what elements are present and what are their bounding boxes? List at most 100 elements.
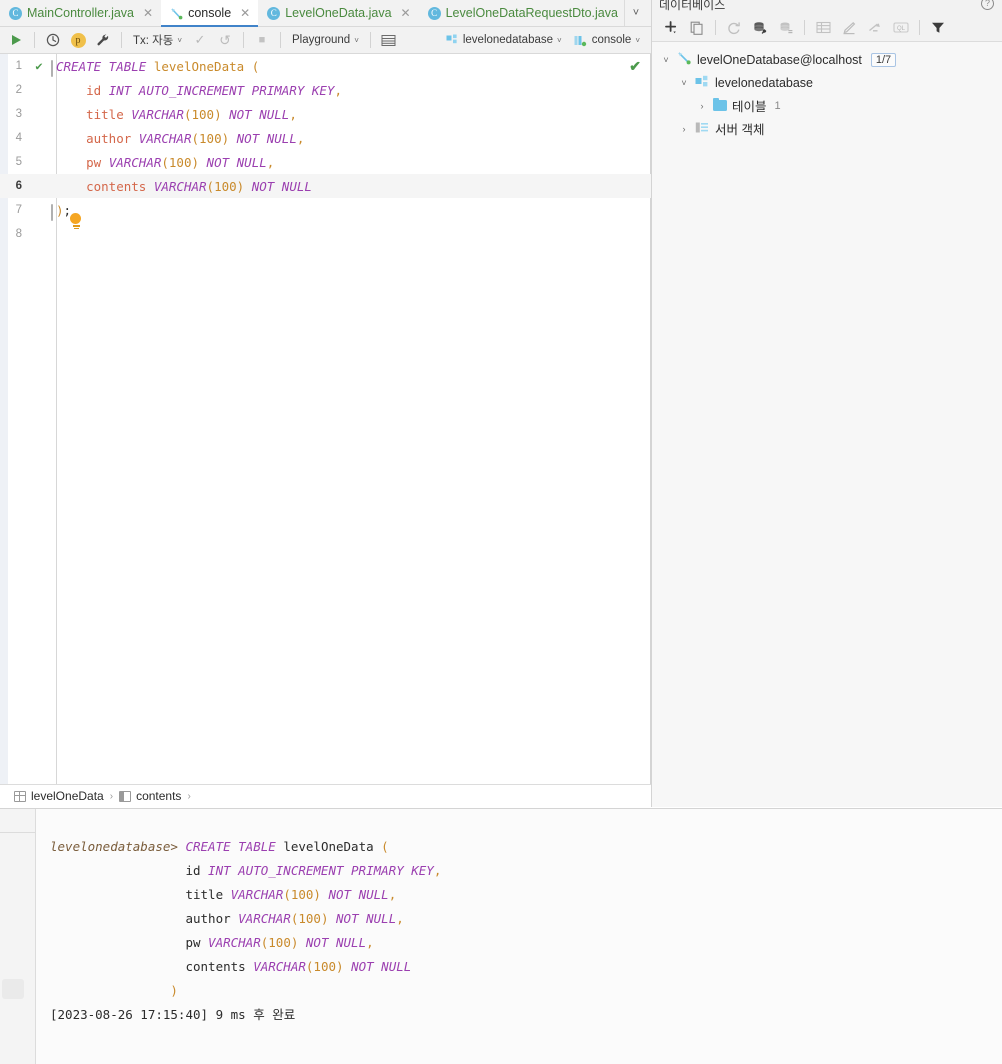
tree-expand-toggle[interactable]: ˅ [660, 55, 672, 65]
line-number: 1 [15, 60, 22, 72]
sql-code-editor[interactable]: 1 ✔ CREATE TABLE levelOneData (2 id INT AU… [0, 54, 651, 784]
commit-button[interactable]: ✓ [188, 29, 212, 51]
toolbar-divider-4 [280, 32, 281, 48]
transaction-mode-label: Tx: 자동 [133, 35, 174, 47]
grid-icon[interactable] [377, 29, 401, 51]
session-dropdown[interactable]: console ˅ [569, 32, 647, 49]
line-number: 6 [15, 180, 22, 192]
line-number: 8 [15, 228, 22, 240]
breadcrumb-separator-trailing: › [187, 790, 191, 802]
profile-icon[interactable]: p [66, 29, 90, 51]
editor-tab-label: console [188, 6, 232, 20]
code-line[interactable]: 4 author VARCHAR(100) NOT NULL, [0, 126, 651, 150]
tree-node-count: 1 [774, 99, 781, 112]
intention-bulb-icon[interactable] [70, 213, 83, 229]
console-line: levelonedatabase> CREATE TABLE levelOneD… [50, 839, 389, 854]
session-console-icon [574, 35, 586, 46]
datasource-dropdown[interactable]: levelonedatabase ˅ [441, 32, 567, 49]
wrench-icon[interactable] [91, 29, 115, 51]
db-toolbar-divider-2 [804, 20, 805, 35]
toolbar-divider-2 [121, 32, 122, 48]
editor-tab-label: MainController.java [27, 6, 134, 20]
editor-tab[interactable]: C LevelOneData.java ✕ [258, 0, 418, 26]
tree-node[interactable]: ˅ levelOneDatabase@localhost 1/7 [652, 48, 1002, 71]
stop-button[interactable]: ■ [250, 29, 274, 51]
close-icon[interactable]: ✕ [238, 7, 252, 19]
chevron-down-icon: ˅ [557, 35, 562, 45]
code-line[interactable]: 3 title VARCHAR(100) NOT NULL, [0, 102, 651, 126]
console-line: pw VARCHAR(100) NOT NULL, [50, 935, 374, 950]
filter-icon[interactable] [926, 17, 950, 39]
toolbar-divider-5 [369, 32, 371, 48]
rollback-arrow-icon: ↺ [219, 31, 231, 48]
console-output-text: levelonedatabase> CREATE TABLE levelOneD… [37, 809, 1002, 1064]
code-text: CREATE TABLE levelOneData ( [51, 59, 259, 77]
close-icon[interactable]: ✕ [141, 7, 155, 19]
fold-toggle-icon[interactable] [51, 204, 53, 221]
breadcrumb-column-label: contents [136, 789, 182, 803]
run-button[interactable] [4, 29, 28, 51]
transaction-mode-dropdown[interactable]: Tx: 자동 ˅ [128, 30, 187, 50]
schema-dropdown[interactable]: Playground ˅ [287, 32, 364, 48]
profile-icon-letter: p [70, 32, 86, 48]
toolbar-divider-3 [243, 32, 244, 48]
breadcrumb-item-table[interactable]: levelOneData [14, 789, 104, 803]
tree-expand-toggle[interactable]: ˅ [678, 78, 690, 88]
ide-window: C MainController.java ✕ console ✕ C LevelOneDa… [0, 0, 1002, 1064]
toolbar-divider-1 [34, 32, 35, 48]
add-icon[interactable] [659, 17, 683, 39]
code-line[interactable]: 1 ✔ CREATE TABLE levelOneData ( [0, 54, 651, 78]
code-line[interactable]: 6 contents VARCHAR(100) NOT NULL [0, 174, 651, 198]
editor-tab[interactable]: C MainController.java ✕ [0, 0, 161, 26]
tree-expand-toggle[interactable]: › [696, 101, 708, 111]
svg-text:QL: QL [897, 26, 906, 32]
line-number: 5 [15, 156, 22, 168]
folder-icon [713, 97, 727, 111]
datasource-label: levelonedatabase [462, 34, 554, 46]
session-label: console [591, 34, 632, 46]
breadcrumb-item-column[interactable]: contents [119, 789, 181, 803]
tab-overflow-chevron-down-icon[interactable]: ˅ [625, 0, 647, 26]
history-icon[interactable] [41, 29, 65, 51]
console-line: author VARCHAR(100) NOT NULL, [50, 911, 404, 926]
db-schemas-icon[interactable] [774, 17, 798, 39]
code-text: title VARCHAR(100) NOT NULL, [56, 106, 297, 122]
query-console-icon[interactable]: QL [889, 17, 913, 39]
breadcrumb: levelOneData › contents › [0, 784, 651, 807]
code-line[interactable]: 5 pw VARCHAR(100) NOT NULL, [0, 150, 651, 174]
code-line[interactable]: 2 id INT AUTO_INCREMENT PRIMARY KEY, [0, 78, 651, 102]
code-line[interactable]: 7); [0, 198, 651, 222]
jump-to-icon[interactable] [863, 17, 887, 39]
console-gutter-chip[interactable] [2, 979, 24, 999]
db-properties-icon[interactable] [748, 17, 772, 39]
console-toolbar: p Tx: 자동 ˅ ✓ ↺ ■ Playground ˅ leveloneda… [0, 27, 651, 54]
chevron-down-icon: ˅ [177, 35, 182, 45]
tree-node[interactable]: ˅ levelonedatabase [652, 71, 1002, 94]
console-gutter-divider [0, 832, 35, 833]
refresh-icon[interactable] [722, 17, 746, 39]
database-toolbar: QL [652, 14, 1002, 42]
commit-check-icon: ✓ [194, 32, 206, 47]
modify-icon[interactable] [837, 17, 861, 39]
duplicate-icon[interactable] [685, 17, 709, 39]
close-icon[interactable]: ✕ [399, 7, 413, 19]
tree-node[interactable]: › 테이블 1 [652, 94, 1002, 117]
console-gutter [0, 809, 36, 1064]
tree-node[interactable]: › 서버 객체 [652, 117, 1002, 140]
code-line[interactable]: 8 [0, 222, 651, 246]
rollback-button[interactable]: ↺ [213, 29, 237, 51]
code-text: pw VARCHAR(100) NOT NULL, [56, 154, 275, 170]
editor-tab-label: LevelOneData.java [285, 6, 392, 20]
help-icon[interactable]: ? [981, 0, 994, 10]
editor-tab[interactable]: console ✕ [161, 0, 259, 27]
editor-tab[interactable]: C LevelOneDataRequestDto.java [419, 0, 624, 26]
open-table-icon[interactable] [811, 17, 835, 39]
code-text: author VARCHAR(100) NOT NULL, [56, 130, 305, 146]
tree-expand-toggle[interactable]: › [678, 124, 690, 134]
column-icon [119, 790, 132, 802]
console-line: ) [50, 983, 178, 998]
code-text: id INT AUTO_INCREMENT PRIMARY KEY, [56, 82, 342, 98]
datasource-icon [677, 51, 692, 68]
schema-icon [695, 75, 710, 91]
fold-toggle-icon[interactable] [51, 60, 53, 77]
